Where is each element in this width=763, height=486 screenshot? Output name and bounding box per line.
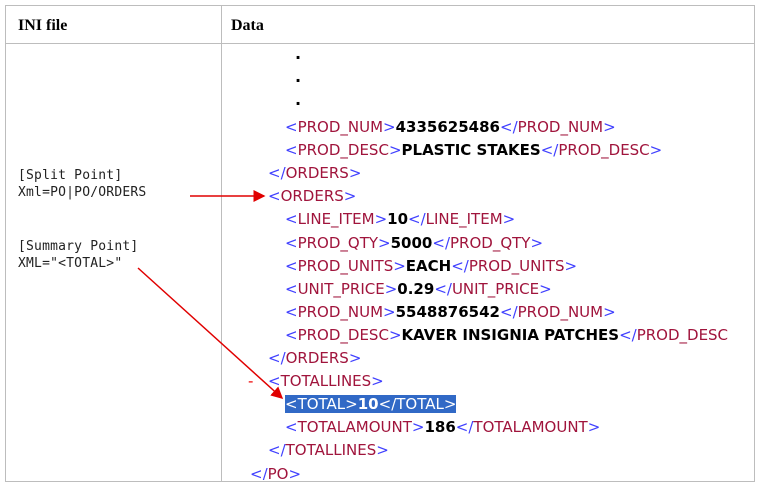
- summary-point-arrow: [137, 267, 284, 400]
- arrows: [137, 190, 284, 400]
